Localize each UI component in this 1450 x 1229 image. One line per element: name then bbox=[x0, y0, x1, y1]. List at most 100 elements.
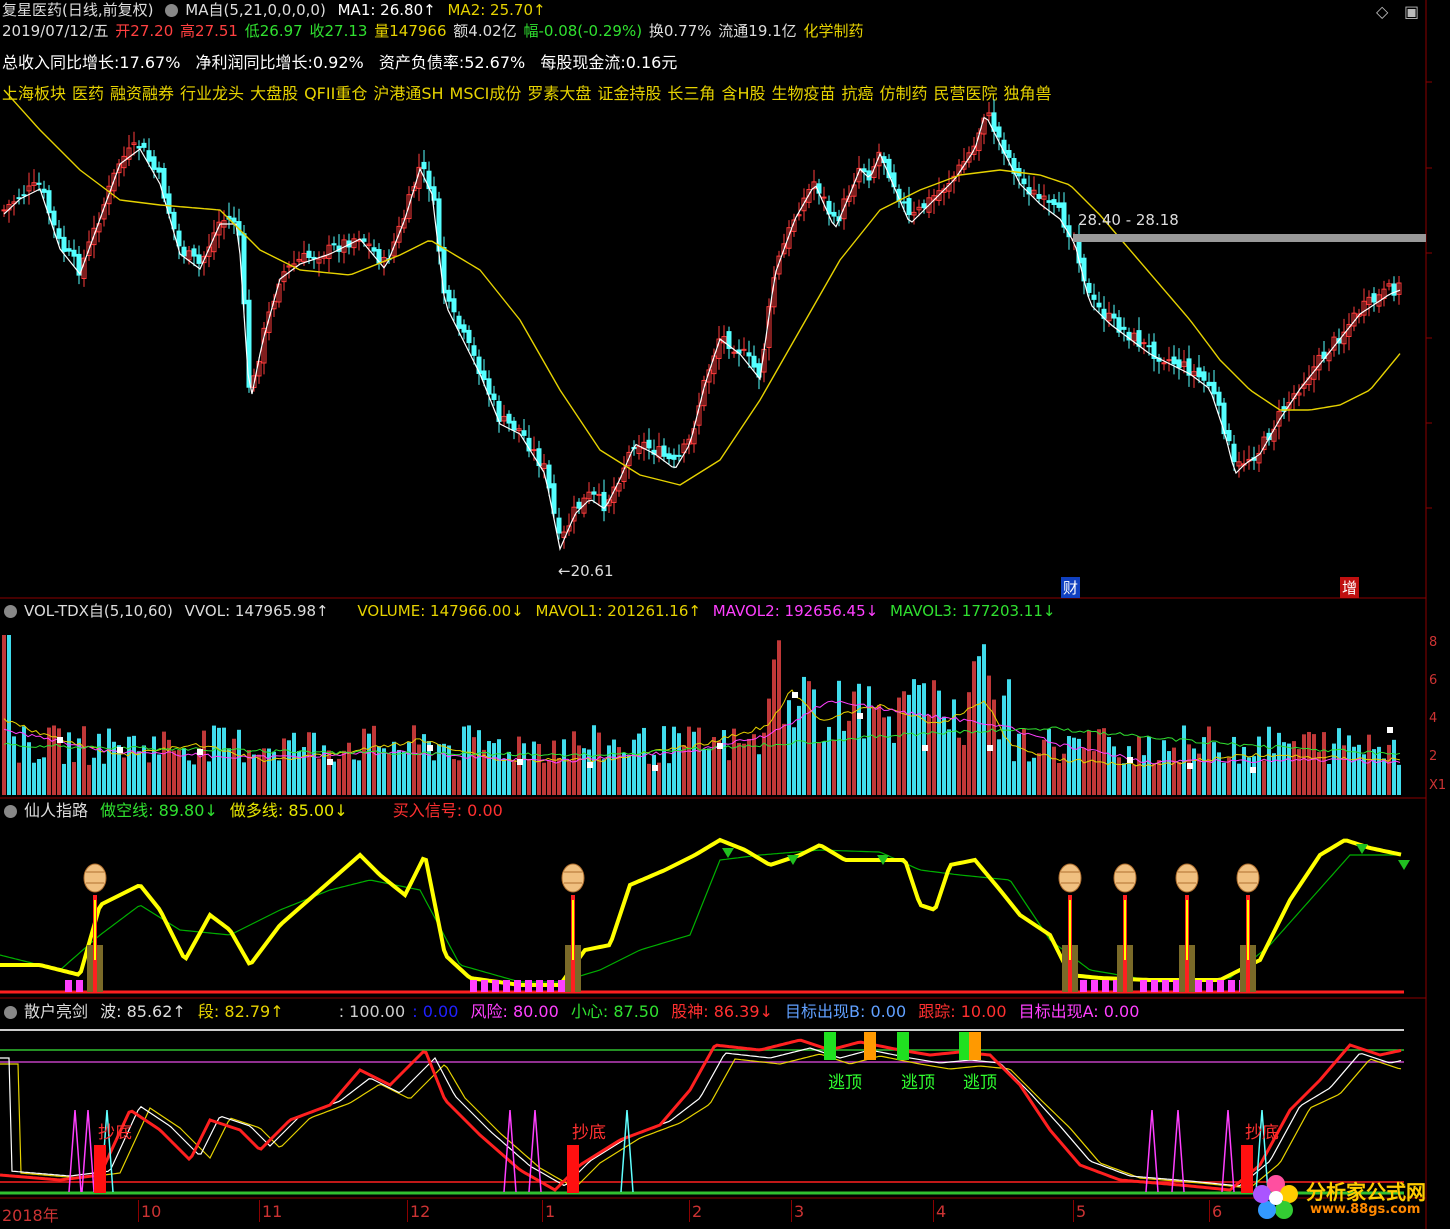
candle-body bbox=[41, 188, 47, 193]
vol-scale-4: 4 bbox=[1429, 711, 1438, 726]
spike-signal bbox=[620, 1109, 634, 1193]
volume-bar bbox=[352, 759, 356, 795]
volume-marker bbox=[717, 743, 723, 749]
pointer-bulb-icon bbox=[1175, 863, 1199, 893]
volume-bar bbox=[532, 741, 536, 795]
x-axis-tick bbox=[1209, 1200, 1210, 1222]
volume-bar bbox=[132, 735, 136, 795]
volume-bar bbox=[772, 659, 776, 795]
candle-body bbox=[1171, 356, 1177, 365]
candle-body bbox=[51, 210, 57, 226]
volume-bar bbox=[342, 750, 346, 795]
candle-body bbox=[141, 142, 147, 148]
volume-bar bbox=[567, 759, 571, 795]
volume-bar bbox=[227, 748, 231, 795]
volume-bar bbox=[522, 743, 526, 795]
settings-icon[interactable] bbox=[4, 1006, 17, 1019]
buy-zone-bar bbox=[1151, 980, 1158, 992]
volume-bar bbox=[737, 743, 741, 795]
buy-zone-bar bbox=[1228, 980, 1235, 992]
v100-value: : 100.00 bbox=[338, 1002, 406, 1021]
volume-bar bbox=[1187, 744, 1191, 795]
vol-scale-x1: X1 bbox=[1429, 778, 1447, 793]
candle-body bbox=[331, 243, 337, 246]
volume-marker bbox=[922, 745, 928, 751]
volume-bar bbox=[942, 716, 946, 795]
volume-bar bbox=[212, 725, 216, 795]
volume-bar bbox=[1132, 764, 1136, 795]
volume-marker bbox=[427, 745, 433, 751]
volume-bar bbox=[507, 751, 511, 795]
volume-bar bbox=[462, 726, 466, 795]
volume-bar bbox=[502, 758, 506, 795]
volume-bar bbox=[52, 725, 56, 795]
volume-bar bbox=[7, 635, 11, 795]
volume-bar bbox=[1332, 743, 1336, 795]
buy-zone-bar bbox=[558, 980, 565, 992]
buy-zone-bar bbox=[1091, 980, 1098, 992]
volume-bar bbox=[972, 661, 976, 795]
sanhu-title[interactable]: 散户亮剑 bbox=[24, 1002, 88, 1021]
volume-bar bbox=[1227, 757, 1231, 795]
signal-core bbox=[572, 900, 574, 960]
vol-scale-8: 8 bbox=[1429, 635, 1438, 650]
volume-bar bbox=[347, 742, 351, 795]
volume-bar bbox=[777, 640, 781, 795]
volume-marker bbox=[792, 692, 798, 698]
x-axis-label: 11 bbox=[262, 1202, 283, 1221]
volume-bar bbox=[987, 675, 991, 795]
buy-zone-bar bbox=[1206, 980, 1213, 992]
bottom-label-3: 抄底 bbox=[1245, 1123, 1279, 1143]
volume-bar bbox=[1027, 761, 1031, 795]
candle-body bbox=[156, 167, 162, 173]
volume-bar bbox=[892, 742, 896, 795]
x-axis-tick bbox=[542, 1200, 543, 1222]
buy-zone-bar bbox=[525, 980, 532, 992]
volume-bar bbox=[637, 733, 641, 795]
volume-bar bbox=[622, 752, 626, 795]
volume-title[interactable]: VOL-TDX自(5,10,60) bbox=[24, 602, 173, 620]
settings-icon[interactable] bbox=[4, 805, 17, 818]
volume-bar bbox=[267, 748, 271, 795]
volume-bar bbox=[887, 716, 891, 795]
volume-bar bbox=[257, 754, 261, 795]
volume-bar bbox=[572, 731, 576, 795]
candle-body bbox=[1086, 282, 1092, 293]
volume-bar bbox=[1122, 763, 1126, 795]
volume-bar bbox=[457, 760, 461, 795]
volume-bar bbox=[97, 733, 101, 795]
volume-bar bbox=[62, 763, 66, 795]
down-arrow-icon bbox=[1398, 860, 1410, 870]
volume-bar bbox=[1107, 737, 1111, 795]
buy-signal-value: 买入信号: 0.00 bbox=[392, 801, 503, 820]
volume-bar bbox=[1157, 760, 1161, 795]
volume-bar bbox=[1102, 728, 1106, 795]
volume-bar bbox=[1242, 746, 1246, 795]
volume-bar bbox=[162, 731, 166, 795]
cai-marker[interactable]: 财 bbox=[1061, 577, 1081, 598]
candle-body bbox=[521, 430, 527, 436]
settings-icon[interactable] bbox=[4, 605, 17, 618]
volume-bar bbox=[1327, 763, 1331, 795]
volume-bar bbox=[672, 726, 676, 795]
spike-signal bbox=[81, 1109, 95, 1193]
candle-body bbox=[371, 247, 377, 252]
mavol3-value: MAVOL3: 177203.11↓ bbox=[890, 602, 1056, 620]
buy-zone-bar bbox=[1140, 980, 1147, 992]
volume-bar bbox=[1222, 762, 1226, 795]
xianren-title[interactable]: 仙人指路 bbox=[24, 801, 88, 820]
volume-bar bbox=[712, 737, 716, 795]
candle-body bbox=[1206, 381, 1212, 387]
x-axis-tick bbox=[933, 1200, 934, 1222]
volume-bar bbox=[122, 757, 126, 795]
volume-marker bbox=[1250, 767, 1256, 773]
volume-marker bbox=[987, 745, 993, 751]
volume-bar bbox=[922, 683, 926, 795]
volume-bar bbox=[32, 762, 36, 795]
bottom-label-2: 抄底 bbox=[572, 1123, 606, 1143]
zeng-marker[interactable]: 增 bbox=[1340, 577, 1360, 598]
buy-zone-bar bbox=[470, 980, 477, 992]
candle-body bbox=[136, 146, 142, 149]
pointer-bulb-icon bbox=[561, 863, 585, 893]
volume-bar bbox=[512, 760, 516, 795]
